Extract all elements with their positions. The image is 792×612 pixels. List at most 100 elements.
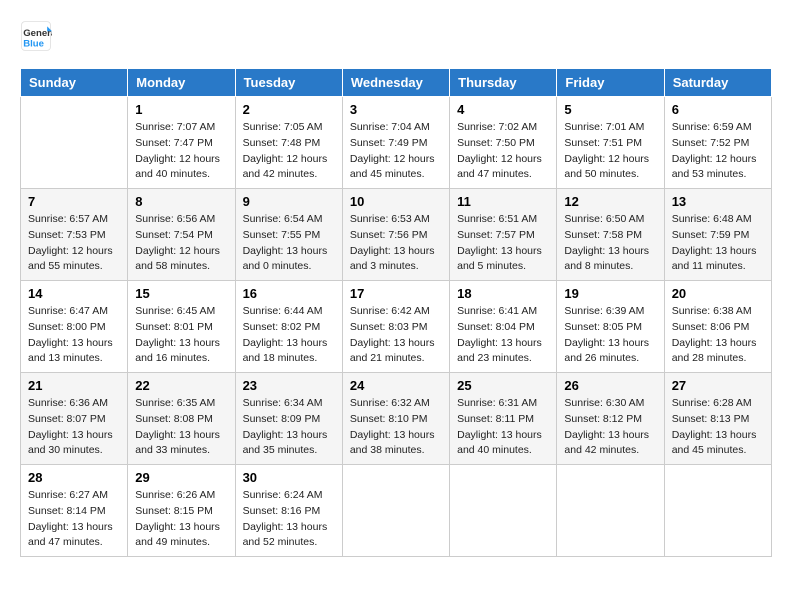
day-number: 7 bbox=[28, 194, 120, 209]
day-info: Sunrise: 6:54 AMSunset: 7:55 PMDaylight:… bbox=[243, 212, 335, 275]
calendar-cell: 14 Sunrise: 6:47 AMSunset: 8:00 PMDayligh… bbox=[21, 281, 128, 373]
calendar-cell: 3 Sunrise: 7:04 AMSunset: 7:49 PMDaylight… bbox=[342, 97, 449, 189]
day-number: 23 bbox=[243, 378, 335, 393]
day-number: 14 bbox=[28, 286, 120, 301]
day-header-saturday: Saturday bbox=[664, 69, 771, 97]
calendar-cell: 11 Sunrise: 6:51 AMSunset: 7:57 PMDayligh… bbox=[450, 189, 557, 281]
calendar-week-3: 14 Sunrise: 6:47 AMSunset: 8:00 PMDayligh… bbox=[21, 281, 772, 373]
day-info: Sunrise: 6:24 AMSunset: 8:16 PMDaylight:… bbox=[243, 488, 335, 551]
day-info: Sunrise: 6:51 AMSunset: 7:57 PMDaylight:… bbox=[457, 212, 549, 275]
day-info: Sunrise: 6:28 AMSunset: 8:13 PMDaylight:… bbox=[672, 396, 764, 459]
page-header: General Blue bbox=[20, 20, 772, 52]
day-info: Sunrise: 6:57 AMSunset: 7:53 PMDaylight:… bbox=[28, 212, 120, 275]
day-number: 27 bbox=[672, 378, 764, 393]
calendar-cell: 24 Sunrise: 6:32 AMSunset: 8:10 PMDayligh… bbox=[342, 373, 449, 465]
day-header-tuesday: Tuesday bbox=[235, 69, 342, 97]
day-info: Sunrise: 6:32 AMSunset: 8:10 PMDaylight:… bbox=[350, 396, 442, 459]
calendar-week-5: 28 Sunrise: 6:27 AMSunset: 8:14 PMDayligh… bbox=[21, 465, 772, 557]
calendar-cell: 17 Sunrise: 6:42 AMSunset: 8:03 PMDayligh… bbox=[342, 281, 449, 373]
calendar-cell: 9 Sunrise: 6:54 AMSunset: 7:55 PMDaylight… bbox=[235, 189, 342, 281]
day-number: 11 bbox=[457, 194, 549, 209]
calendar-cell: 27 Sunrise: 6:28 AMSunset: 8:13 PMDayligh… bbox=[664, 373, 771, 465]
calendar-cell: 26 Sunrise: 6:30 AMSunset: 8:12 PMDayligh… bbox=[557, 373, 664, 465]
day-number: 4 bbox=[457, 102, 549, 117]
day-info: Sunrise: 7:05 AMSunset: 7:48 PMDaylight:… bbox=[243, 120, 335, 183]
day-info: Sunrise: 6:36 AMSunset: 8:07 PMDaylight:… bbox=[28, 396, 120, 459]
calendar-cell: 28 Sunrise: 6:27 AMSunset: 8:14 PMDayligh… bbox=[21, 465, 128, 557]
day-number: 3 bbox=[350, 102, 442, 117]
calendar-cell: 19 Sunrise: 6:39 AMSunset: 8:05 PMDayligh… bbox=[557, 281, 664, 373]
calendar-cell: 4 Sunrise: 7:02 AMSunset: 7:50 PMDaylight… bbox=[450, 97, 557, 189]
day-info: Sunrise: 6:56 AMSunset: 7:54 PMDaylight:… bbox=[135, 212, 227, 275]
day-header-sunday: Sunday bbox=[21, 69, 128, 97]
calendar-cell: 6Sunrise: 6:59 AMSunset: 7:52 PMDaylight… bbox=[664, 97, 771, 189]
calendar-cell: 10 Sunrise: 6:53 AMSunset: 7:56 PMDayligh… bbox=[342, 189, 449, 281]
day-info: Sunrise: 7:07 AMSunset: 7:47 PMDaylight:… bbox=[135, 120, 227, 183]
day-info: Sunrise: 7:04 AMSunset: 7:49 PMDaylight:… bbox=[350, 120, 442, 183]
calendar-cell: 29Sunrise: 6:26 AMSunset: 8:15 PMDayligh… bbox=[128, 465, 235, 557]
day-info: Sunrise: 6:35 AMSunset: 8:08 PMDaylight:… bbox=[135, 396, 227, 459]
day-number: 28 bbox=[28, 470, 120, 485]
day-number: 9 bbox=[243, 194, 335, 209]
day-info: Sunrise: 6:38 AMSunset: 8:06 PMDaylight:… bbox=[672, 304, 764, 367]
day-info: Sunrise: 6:27 AMSunset: 8:14 PMDaylight:… bbox=[28, 488, 120, 551]
calendar-week-2: 7 Sunrise: 6:57 AMSunset: 7:53 PMDaylight… bbox=[21, 189, 772, 281]
day-number: 29 bbox=[135, 470, 227, 485]
calendar-cell bbox=[342, 465, 449, 557]
day-number: 17 bbox=[350, 286, 442, 301]
logo-icon: General Blue bbox=[20, 20, 52, 52]
day-number: 26 bbox=[564, 378, 656, 393]
day-number: 20 bbox=[672, 286, 764, 301]
day-info: Sunrise: 7:02 AMSunset: 7:50 PMDaylight:… bbox=[457, 120, 549, 183]
day-number: 8 bbox=[135, 194, 227, 209]
day-info: Sunrise: 6:48 AMSunset: 7:59 PMDaylight:… bbox=[672, 212, 764, 275]
day-info: Sunrise: 6:30 AMSunset: 8:12 PMDaylight:… bbox=[564, 396, 656, 459]
calendar-cell: 2 Sunrise: 7:05 AMSunset: 7:48 PMDaylight… bbox=[235, 97, 342, 189]
calendar-cell: 13Sunrise: 6:48 AMSunset: 7:59 PMDayligh… bbox=[664, 189, 771, 281]
calendar-cell: 12Sunrise: 6:50 AMSunset: 7:58 PMDayligh… bbox=[557, 189, 664, 281]
calendar-cell: 21 Sunrise: 6:36 AMSunset: 8:07 PMDayligh… bbox=[21, 373, 128, 465]
day-info: Sunrise: 6:39 AMSunset: 8:05 PMDaylight:… bbox=[564, 304, 656, 367]
day-info: Sunrise: 6:41 AMSunset: 8:04 PMDaylight:… bbox=[457, 304, 549, 367]
calendar-cell bbox=[557, 465, 664, 557]
day-number: 1 bbox=[135, 102, 227, 117]
calendar-cell: 15 Sunrise: 6:45 AMSunset: 8:01 PMDayligh… bbox=[128, 281, 235, 373]
day-header-thursday: Thursday bbox=[450, 69, 557, 97]
day-header-friday: Friday bbox=[557, 69, 664, 97]
day-number: 5 bbox=[564, 102, 656, 117]
svg-text:Blue: Blue bbox=[23, 38, 44, 49]
calendar-cell: 8 Sunrise: 6:56 AMSunset: 7:54 PMDaylight… bbox=[128, 189, 235, 281]
calendar-cell: 5 Sunrise: 7:01 AMSunset: 7:51 PMDaylight… bbox=[557, 97, 664, 189]
day-info: Sunrise: 6:42 AMSunset: 8:03 PMDaylight:… bbox=[350, 304, 442, 367]
calendar-cell bbox=[664, 465, 771, 557]
calendar-cell bbox=[21, 97, 128, 189]
day-number: 24 bbox=[350, 378, 442, 393]
day-info: Sunrise: 6:44 AMSunset: 8:02 PMDaylight:… bbox=[243, 304, 335, 367]
day-number: 10 bbox=[350, 194, 442, 209]
calendar-table: SundayMondayTuesdayWednesdayThursdayFrid… bbox=[20, 68, 772, 557]
day-number: 15 bbox=[135, 286, 227, 301]
calendar-cell: 25Sunrise: 6:31 AMSunset: 8:11 PMDayligh… bbox=[450, 373, 557, 465]
day-info: Sunrise: 6:34 AMSunset: 8:09 PMDaylight:… bbox=[243, 396, 335, 459]
day-number: 30 bbox=[243, 470, 335, 485]
calendar-cell: 22Sunrise: 6:35 AMSunset: 8:08 PMDayligh… bbox=[128, 373, 235, 465]
day-header-monday: Monday bbox=[128, 69, 235, 97]
day-number: 21 bbox=[28, 378, 120, 393]
calendar-cell: 7 Sunrise: 6:57 AMSunset: 7:53 PMDaylight… bbox=[21, 189, 128, 281]
calendar-cell: 16Sunrise: 6:44 AMSunset: 8:02 PMDayligh… bbox=[235, 281, 342, 373]
calendar-cell: 1 Sunrise: 7:07 AMSunset: 7:47 PMDaylight… bbox=[128, 97, 235, 189]
day-number: 18 bbox=[457, 286, 549, 301]
day-info: Sunrise: 6:47 AMSunset: 8:00 PMDaylight:… bbox=[28, 304, 120, 367]
calendar-cell bbox=[450, 465, 557, 557]
calendar-cell: 23 Sunrise: 6:34 AMSunset: 8:09 PMDayligh… bbox=[235, 373, 342, 465]
day-number: 2 bbox=[243, 102, 335, 117]
day-info: Sunrise: 6:31 AMSunset: 8:11 PMDaylight:… bbox=[457, 396, 549, 459]
day-info: Sunrise: 6:45 AMSunset: 8:01 PMDaylight:… bbox=[135, 304, 227, 367]
day-info: Sunrise: 6:59 AMSunset: 7:52 PMDaylight:… bbox=[672, 120, 764, 183]
calendar-cell: 18 Sunrise: 6:41 AMSunset: 8:04 PMDayligh… bbox=[450, 281, 557, 373]
calendar-week-1: 1 Sunrise: 7:07 AMSunset: 7:47 PMDaylight… bbox=[21, 97, 772, 189]
calendar-header-row: SundayMondayTuesdayWednesdayThursdayFrid… bbox=[21, 69, 772, 97]
day-info: Sunrise: 7:01 AMSunset: 7:51 PMDaylight:… bbox=[564, 120, 656, 183]
day-number: 19 bbox=[564, 286, 656, 301]
day-info: Sunrise: 6:53 AMSunset: 7:56 PMDaylight:… bbox=[350, 212, 442, 275]
